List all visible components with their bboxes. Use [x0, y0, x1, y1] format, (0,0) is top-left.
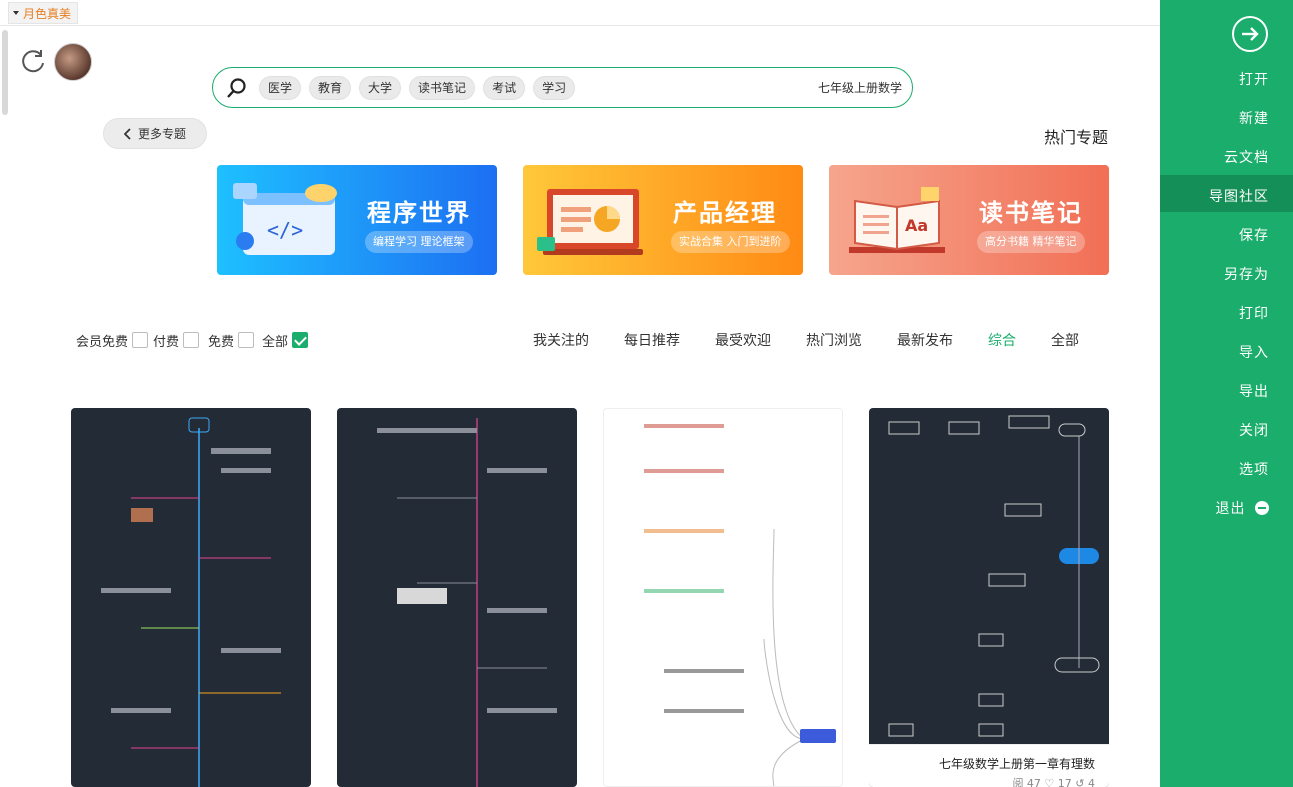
mindmap-thumbnail [888, 415, 1100, 737]
banner-title: 产品经理 [673, 199, 777, 227]
chip-medicine[interactable]: 医学 [259, 75, 302, 100]
chip-education[interactable]: 教育 [309, 75, 352, 100]
mindmap-thumbnail [377, 418, 557, 787]
mindmap-card[interactable] [603, 408, 843, 787]
sidebar-item-save-as[interactable]: 另存为 [1224, 264, 1269, 284]
sidebar-item-cloud-docs[interactable]: 云文档 [1224, 147, 1269, 167]
tab-following[interactable]: 我关注的 [533, 330, 589, 350]
sidebar-item-save[interactable]: 保存 [1239, 225, 1269, 245]
filter-label: 免费 [208, 334, 235, 350]
arrow-right-icon [1242, 27, 1259, 41]
svg-text:Aa: Aa [905, 216, 928, 235]
tab-hot-views[interactable]: 热门浏览 [806, 330, 862, 350]
tab-comprehensive[interactable]: 综合 [988, 330, 1016, 350]
banner-product-manager[interactable]: 产品经理 实战合集 入门到进阶 [523, 165, 803, 275]
search-icon[interactable] [225, 76, 249, 100]
chip-study[interactable]: 学习 [533, 75, 576, 100]
chevron-left-icon [123, 127, 131, 140]
filter-free[interactable]: 免费 [208, 330, 255, 350]
banner-subtitle: 实战合集 入门到进阶 [671, 231, 790, 253]
open-book-icon: Aa [849, 187, 945, 253]
filter-paid[interactable]: 付费 [153, 330, 200, 350]
tab-latest[interactable]: 最新发布 [897, 330, 953, 350]
mindmap-card[interactable]: 七年级数学上册第一章有理数 阅 47 ♡ 17 ↺ 4 [869, 408, 1109, 787]
mindmap-card[interactable] [337, 408, 577, 787]
chip-exam[interactable]: 考试 [483, 75, 526, 100]
search-input[interactable]: 七年级上册数学 [818, 68, 902, 107]
sidebar-item-new[interactable]: 新建 [1239, 108, 1269, 128]
sidebar-item-open[interactable]: 打开 [1239, 69, 1269, 89]
back-arrow-icon[interactable] [1232, 16, 1268, 52]
sidebar-item-community[interactable]: 导图社区 [1209, 186, 1269, 206]
tab-daily-picks[interactable]: 每日推荐 [624, 330, 680, 350]
refresh-icon[interactable] [19, 47, 47, 75]
filter-member-free[interactable]: 会员免费 [76, 330, 149, 350]
card-title: 七年级数学上册第一章有理数 [938, 757, 1095, 771]
mindmap-card[interactable] [71, 408, 311, 787]
banner-subtitle: 编程学习 理论框架 [365, 231, 473, 253]
filter-label: 全部 [262, 334, 289, 350]
app-root: 月色真美 医学 教育 大学 读书笔记 考试 学习 七年级上册数学 更多专题 热门… [0, 0, 1293, 787]
sidebar-item-import[interactable]: 导入 [1239, 342, 1269, 362]
top-divider [0, 25, 1160, 26]
sidebar-item-exit[interactable]: 退出 [1216, 498, 1269, 518]
mindmap-thumbnail [101, 417, 281, 787]
banner-title: 读书笔记 [979, 199, 1083, 227]
tab-most-popular[interactable]: 最受欢迎 [715, 330, 771, 350]
mindmap-thumbnail [644, 424, 836, 786]
banner-programming[interactable]: </> 程序世界 编程学习 理论框架 [217, 165, 497, 275]
caret-down-icon [13, 11, 19, 15]
checkbox[interactable] [183, 332, 200, 348]
search-bar[interactable]: 医学 教育 大学 读书笔记 考试 学习 七年级上册数学 [212, 67, 913, 108]
checkbox[interactable] [132, 332, 149, 348]
vertical-scrollbar[interactable] [2, 30, 8, 115]
section-title: 热门专题 [1043, 128, 1108, 147]
banner-subtitle: 高分书籍 精华笔记 [977, 231, 1085, 253]
filter-label: 会员免费 [76, 334, 129, 350]
chip-reading-notes[interactable]: 读书笔记 [409, 75, 476, 100]
minus-circle-icon [1255, 501, 1269, 515]
sidebar-item-print[interactable]: 打印 [1239, 303, 1269, 323]
tab-all[interactable]: 全部 [1051, 330, 1079, 350]
chip-university[interactable]: 大学 [359, 75, 402, 100]
code-window-icon: </> [233, 183, 337, 255]
search-chips: 医学 教育 大学 读书笔记 考试 学习 [259, 75, 576, 100]
card-stats: 阅 47 ♡ 17 ↺ 4 [1012, 777, 1095, 787]
banner-title: 程序世界 [367, 199, 471, 227]
checkbox-checked[interactable] [292, 332, 309, 348]
sidebar-item-close[interactable]: 关闭 [1239, 420, 1269, 440]
theme-label: 月色真美 [23, 6, 72, 21]
more-topics-button[interactable]: 更多专题 [103, 118, 207, 149]
presentation-board-icon [537, 189, 643, 255]
checkbox[interactable] [238, 332, 255, 348]
sidebar-item-options[interactable]: 选项 [1239, 459, 1269, 479]
exit-label: 退出 [1215, 501, 1246, 517]
sidebar-item-export[interactable]: 导出 [1239, 381, 1269, 401]
user-avatar[interactable] [54, 43, 92, 81]
banner-reading-notes[interactable]: Aa 读书笔记 高分书籍 精华笔记 [829, 165, 1109, 275]
filter-all[interactable]: 全部 [262, 330, 309, 350]
theme-selector[interactable]: 月色真美 [8, 2, 79, 24]
file-menu-sidebar: 打开 新建 云文档 导图社区 保存 另存为 打印 导入 导出 关闭 选项 退出 [1160, 0, 1293, 787]
filter-label: 付费 [153, 334, 180, 350]
more-topics-label: 更多专题 [137, 127, 186, 141]
card-caption: 七年级数学上册第一章有理数 阅 47 ♡ 17 ↺ 4 [869, 744, 1109, 787]
svg-text:</>: </> [267, 218, 303, 242]
